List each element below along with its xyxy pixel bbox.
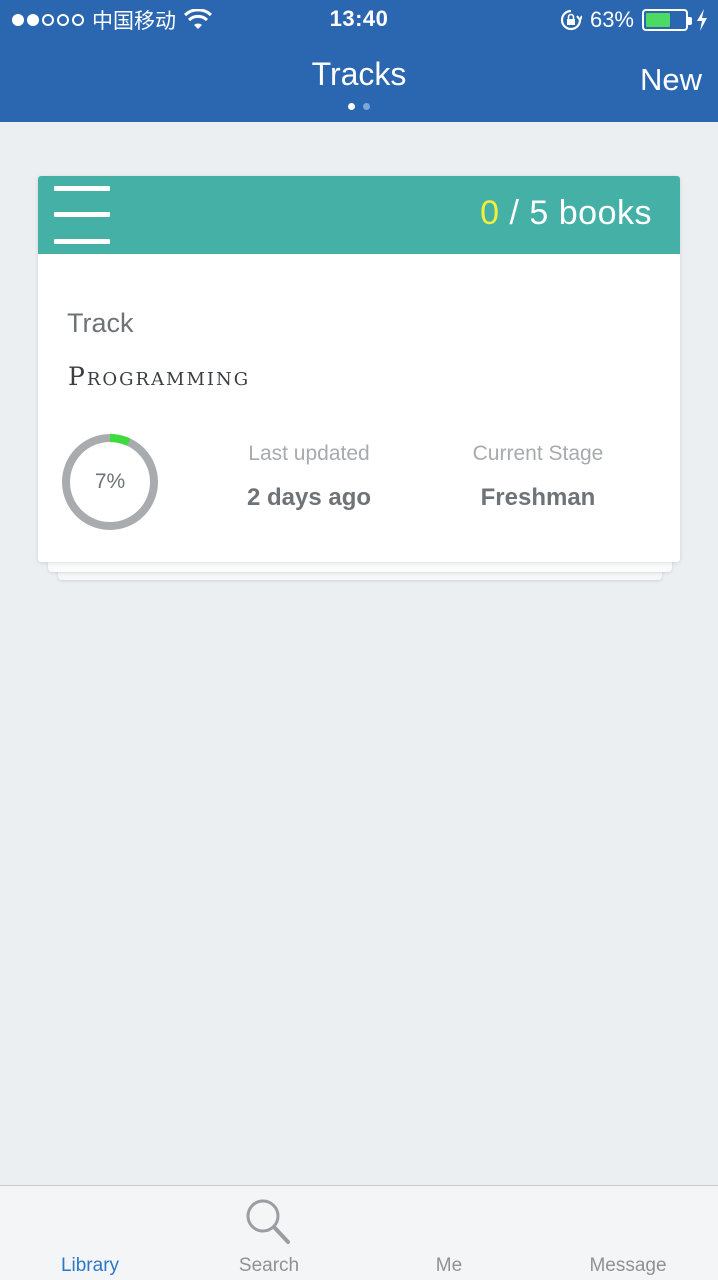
books-count: 0 / 5 books bbox=[480, 194, 652, 233]
current-stage-label: Current Stage bbox=[472, 442, 604, 465]
page-indicator bbox=[0, 103, 718, 110]
last-updated-stat: Last updated 2 days ago bbox=[209, 442, 409, 512]
last-updated-value: 2 days ago bbox=[246, 484, 372, 511]
tab-label: Library bbox=[60, 1255, 120, 1276]
tab-bar: Library Search Me Message bbox=[0, 1185, 718, 1280]
rotation-lock-icon bbox=[560, 9, 582, 31]
books-done: 0 bbox=[480, 194, 500, 232]
tab-label: Search bbox=[238, 1255, 300, 1276]
charging-icon bbox=[697, 9, 707, 31]
library-icon bbox=[62, 1196, 118, 1248]
status-right: 63% bbox=[560, 6, 708, 34]
track-label: Track bbox=[67, 308, 134, 338]
menu-icon[interactable] bbox=[54, 186, 110, 244]
search-icon bbox=[246, 1199, 290, 1244]
menu-line bbox=[54, 239, 110, 244]
me-icon bbox=[421, 1196, 477, 1248]
page-title: Tracks bbox=[311, 56, 407, 92]
page-dot bbox=[363, 103, 370, 110]
header: 中国移动 13:40 63% Tracks New bbox=[0, 0, 718, 122]
books-total: / 5 books bbox=[499, 194, 652, 232]
card-header: 0 / 5 books bbox=[38, 176, 680, 254]
progress-percent: 7% bbox=[94, 470, 126, 493]
tab-search[interactable]: Search bbox=[179, 1186, 359, 1280]
last-updated-label: Last updated bbox=[248, 442, 370, 465]
tab-library[interactable]: Library bbox=[0, 1186, 180, 1280]
tab-me[interactable]: Me bbox=[359, 1186, 539, 1280]
status-bar: 中国移动 13:40 63% bbox=[0, 0, 718, 40]
track-card[interactable]: 0 / 5 books Track Programming 7% Last up… bbox=[38, 176, 680, 562]
track-name: Programming bbox=[68, 362, 251, 391]
message-icon bbox=[600, 1196, 656, 1248]
new-button[interactable]: New bbox=[640, 62, 702, 98]
current-stage-stat: Current Stage Freshman bbox=[438, 442, 638, 512]
battery-icon bbox=[642, 9, 692, 31]
tab-message[interactable]: Message bbox=[538, 1186, 718, 1280]
tab-label: Me bbox=[435, 1255, 463, 1276]
current-stage-value: Freshman bbox=[480, 484, 596, 511]
battery-fill bbox=[646, 13, 670, 27]
menu-line bbox=[54, 186, 110, 191]
battery-percent: 63% bbox=[589, 7, 634, 32]
menu-line bbox=[54, 212, 110, 217]
page-dot bbox=[348, 103, 355, 110]
tab-label: Message bbox=[589, 1255, 667, 1276]
